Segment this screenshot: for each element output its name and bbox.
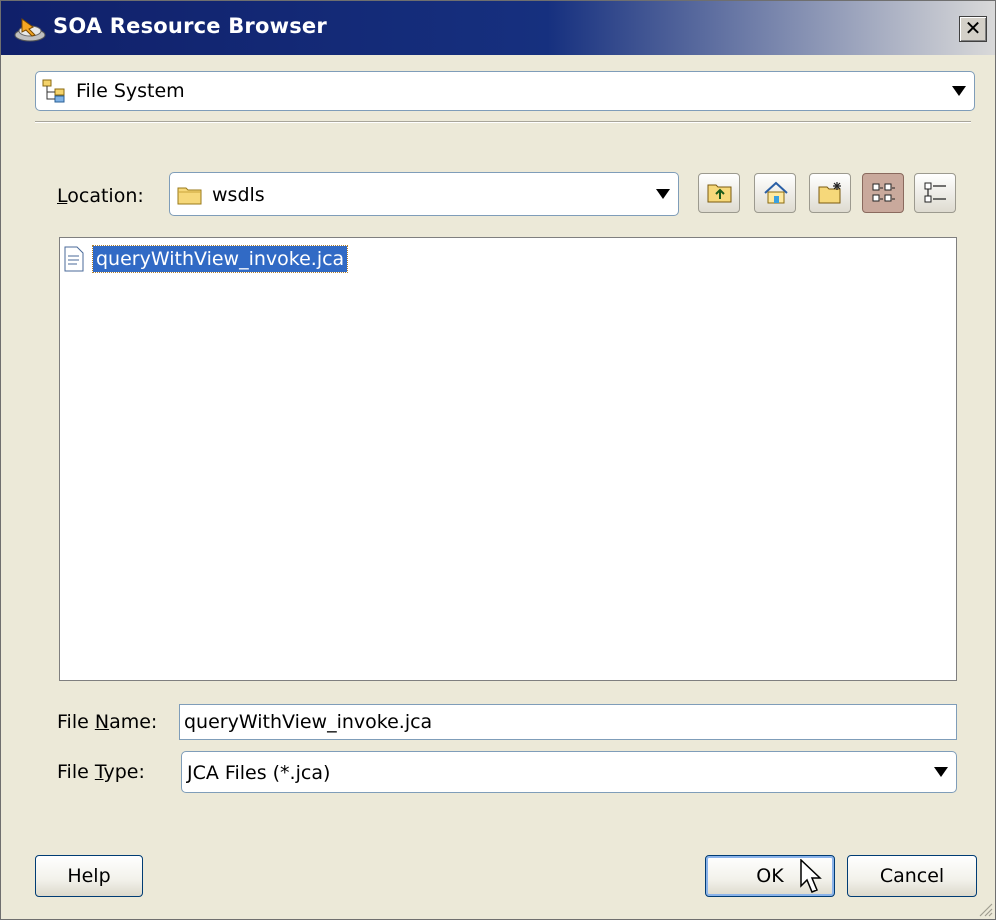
file-type-label: File Type: xyxy=(57,761,145,783)
resize-grip-icon[interactable] xyxy=(977,901,993,917)
list-item[interactable]: queryWithView_invoke.jca xyxy=(63,242,349,276)
home-button[interactable] xyxy=(754,173,796,213)
cancel-button[interactable]: Cancel xyxy=(847,855,977,897)
list-view-icon xyxy=(924,182,946,203)
source-select[interactable]: File System xyxy=(35,71,975,111)
close-button[interactable]: ✕ xyxy=(959,16,987,42)
separator xyxy=(35,121,971,123)
file-system-icon xyxy=(42,79,65,103)
up-folder-icon xyxy=(707,184,732,203)
icon-view-button[interactable] xyxy=(862,173,904,213)
home-icon xyxy=(764,181,788,204)
file-name-input-value: queryWithView_invoke.jca xyxy=(184,711,433,733)
file-name-label: File Name: xyxy=(57,711,158,733)
file-type-select-value: JCA Files (*.jca) xyxy=(187,762,331,784)
chevron-down-icon xyxy=(656,189,670,199)
chevron-down-icon xyxy=(952,86,966,96)
new-folder-button[interactable] xyxy=(809,173,851,213)
resource-browser-dialog: SOA Resource Browser ✕ File System Locat… xyxy=(0,0,996,920)
file-type-select[interactable]: JCA Files (*.jca) xyxy=(181,751,957,793)
location-label: Location: xyxy=(57,185,144,207)
up-folder-button[interactable] xyxy=(698,173,740,213)
list-view-button[interactable] xyxy=(914,173,956,213)
document-icon xyxy=(64,246,84,272)
source-select-value: File System xyxy=(76,80,185,102)
chevron-down-icon xyxy=(934,767,948,777)
help-button[interactable]: Help xyxy=(35,855,143,897)
file-name-input[interactable]: queryWithView_invoke.jca xyxy=(179,704,957,740)
file-name-text: queryWithView_invoke.jca xyxy=(91,245,349,273)
location-select[interactable]: wsdls xyxy=(169,172,679,216)
new-folder-icon xyxy=(818,182,841,204)
location-select-value: wsdls xyxy=(212,184,265,206)
file-list[interactable]: queryWithView_invoke.jca xyxy=(59,237,957,681)
mouse-pointer-icon xyxy=(800,859,822,893)
title-bar[interactable]: SOA Resource Browser ✕ xyxy=(1,1,995,55)
soa-resource-icon xyxy=(14,18,46,42)
icon-view-icon xyxy=(872,183,895,202)
dialog-title: SOA Resource Browser xyxy=(53,14,327,38)
folder-icon xyxy=(177,187,202,205)
close-icon: ✕ xyxy=(964,16,982,40)
